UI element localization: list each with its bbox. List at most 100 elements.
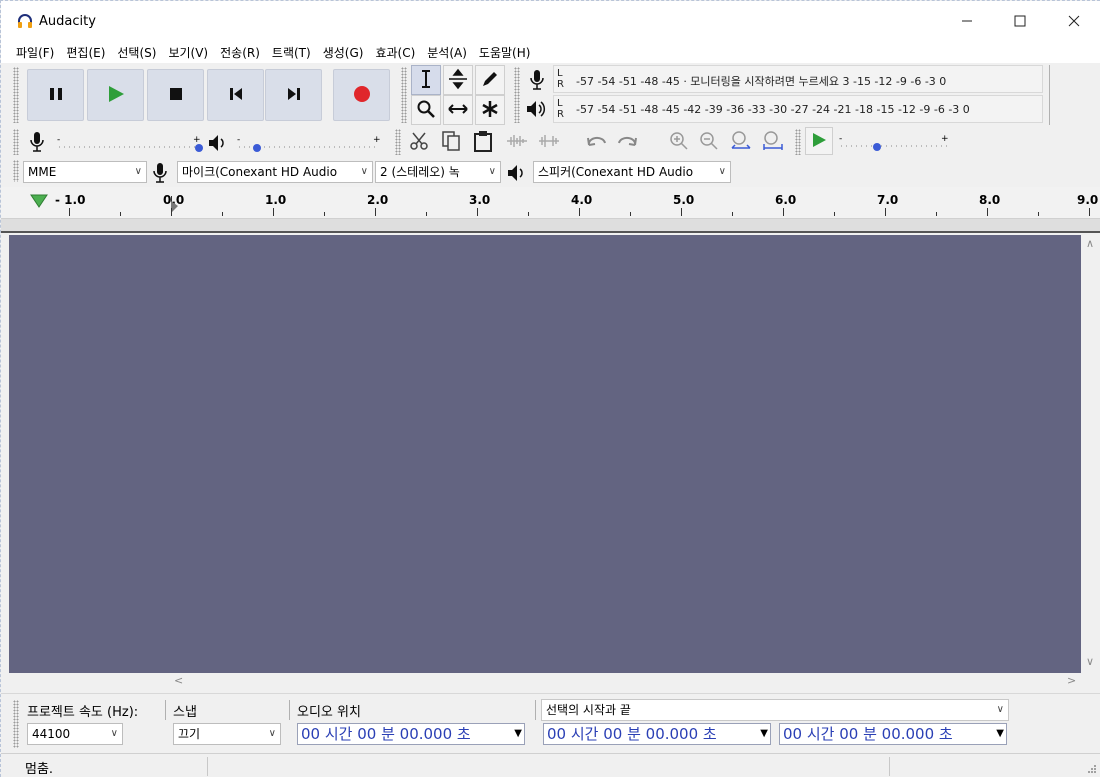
meter-toolbar-grip[interactable] [514, 67, 520, 123]
menu-generate[interactable]: 생성(G) [318, 44, 369, 61]
selection-start-time[interactable]: 00 시간 00 분 00.000 초 ▼ [543, 723, 771, 745]
scroll-right-icon[interactable]: > [1067, 674, 1076, 687]
playback-speed-slider[interactable]: - + [839, 133, 951, 153]
audio-host-select[interactable]: MME ∨ [23, 161, 147, 183]
snap-value: 끄기 [178, 727, 201, 741]
playback-volume-slider[interactable]: - + [237, 135, 383, 153]
timeline-ruler[interactable]: - 1.0 0.0 1.0 2.0 3.0 4.0 5.0 6.0 7.0 8.… [1, 187, 1100, 219]
cut-icon[interactable] [405, 127, 433, 155]
transport-toolbar-grip[interactable] [13, 67, 19, 123]
undo-icon[interactable] [583, 127, 611, 155]
output-device-speaker-icon [506, 163, 528, 186]
recording-channels-select[interactable]: 2 (스테레오) 녹 ∨ [375, 161, 501, 183]
ruler-tick-mark [834, 212, 835, 216]
minimize-button[interactable] [944, 1, 990, 41]
redo-icon[interactable] [613, 127, 641, 155]
horizontal-scrollbar[interactable]: < > [9, 673, 1081, 691]
trim-audio-icon[interactable] [503, 127, 531, 155]
menu-view[interactable]: 보기(V) [163, 44, 213, 61]
ruler-tick-label: 1.0 [265, 193, 287, 207]
record-meter[interactable]: LR -57 -54 -51 -48 -45 · 모니터링을 시작하려면 누르세… [553, 65, 1043, 93]
speaker-icon[interactable] [525, 99, 547, 122]
snap-select[interactable]: 끄기 ∨ [173, 723, 281, 745]
fit-selection-icon[interactable] [727, 127, 755, 155]
play-at-speed-button[interactable] [805, 127, 833, 155]
chevron-down-icon: ∨ [488, 166, 496, 177]
input-device-select[interactable]: 마이크(Conexant HD Audio ∨ [177, 161, 373, 183]
ruler-tick-mark [783, 208, 784, 216]
microphone-icon[interactable] [529, 69, 545, 94]
fit-project-icon[interactable] [759, 127, 787, 155]
scroll-left-icon[interactable]: < [174, 674, 183, 687]
recording-channels-value: 2 (스테레오) 녹 [380, 165, 460, 179]
stop-button[interactable] [147, 69, 204, 121]
chevron-down-icon: ∨ [268, 728, 276, 739]
status-divider [207, 757, 208, 776]
play-at-speed-toolbar-grip[interactable] [795, 129, 801, 155]
vertical-scrollbar[interactable]: ∧ ∨ [1081, 235, 1100, 673]
track-panel[interactable] [9, 235, 1081, 673]
record-volume-slider[interactable]: - + [57, 135, 203, 153]
format-dropdown-icon[interactable]: ▼ [996, 724, 1004, 744]
skip-to-end-button[interactable] [265, 69, 322, 121]
silence-audio-icon[interactable] [535, 127, 563, 155]
menu-tracks[interactable]: 트랙(T) [267, 44, 316, 61]
snap-label: 스냅 [173, 705, 197, 720]
multi-tool[interactable] [475, 95, 505, 125]
zoom-in-icon[interactable] [665, 127, 693, 155]
format-dropdown-icon[interactable]: ▼ [760, 724, 768, 744]
project-rate-select[interactable]: 44100 ∨ [27, 723, 123, 745]
zoom-tool[interactable] [411, 95, 441, 125]
scroll-down-icon[interactable]: ∨ [1086, 655, 1094, 668]
ruler-tick-mark [681, 208, 682, 216]
pause-button[interactable] [27, 69, 84, 121]
selection-toolbar-grip[interactable] [13, 700, 19, 748]
chevron-down-icon: ∨ [134, 166, 142, 177]
output-device-select[interactable]: 스피커(Conexant HD Audio ∨ [533, 161, 731, 183]
menu-effect[interactable]: 효과(C) [370, 44, 420, 61]
svg-text:+: + [373, 135, 381, 145]
paste-icon[interactable] [469, 127, 497, 155]
playback-volume-speaker-icon [207, 133, 229, 156]
double-arrow-icon [447, 102, 469, 119]
status-divider [889, 757, 890, 776]
device-toolbar-grip[interactable] [13, 160, 19, 182]
ruler-tick-label: 2.0 [367, 193, 389, 207]
chevron-down-icon: ∨ [110, 728, 118, 739]
record-button[interactable] [333, 69, 390, 121]
menu-help[interactable]: 도움말(H) [474, 44, 536, 61]
close-button[interactable] [1051, 1, 1097, 41]
menu-file[interactable]: 파일(F) [11, 44, 59, 61]
selection-mode-select[interactable]: 선택의 시작과 끝 ∨ [541, 699, 1009, 721]
menu-select[interactable]: 선택(S) [112, 44, 161, 61]
tools-toolbar-grip[interactable] [401, 67, 407, 123]
maximize-button[interactable] [997, 1, 1043, 41]
input-device-value: 마이크(Conexant HD Audio [182, 165, 338, 179]
timeline-play-head-triangle-icon[interactable] [29, 193, 49, 212]
copy-icon[interactable] [437, 127, 465, 155]
edit-toolbar-grip[interactable] [395, 129, 401, 155]
menu-edit[interactable]: 편집(E) [61, 44, 110, 61]
envelope-tool[interactable] [443, 65, 473, 95]
format-dropdown-icon[interactable]: ▼ [514, 724, 522, 744]
play-button[interactable] [87, 69, 144, 121]
menu-transport[interactable]: 전송(R) [215, 44, 265, 61]
time-shift-tool[interactable] [443, 95, 473, 125]
menu-analyze[interactable]: 분석(A) [422, 44, 472, 61]
selection-end-time[interactable]: 00 시간 00 분 00.000 초 ▼ [779, 723, 1007, 745]
pause-icon [48, 86, 64, 105]
zoom-out-icon[interactable] [695, 127, 723, 155]
draw-tool[interactable] [475, 65, 505, 95]
ruler-tick-mark [120, 212, 121, 216]
playback-meter[interactable]: LR -57 -54 -51 -48 -45 -42 -39 -36 -33 -… [553, 95, 1043, 123]
resize-grip-icon[interactable] [1085, 762, 1097, 777]
input-device-mic-icon [152, 162, 168, 187]
skip-to-start-button[interactable] [207, 69, 264, 121]
audio-position-time[interactable]: 00 시간 00 분 00.000 초 ▼ [297, 723, 525, 745]
ruler-tick-mark [375, 208, 376, 216]
ruler-tick-mark [732, 212, 733, 216]
envelope-icon [447, 68, 469, 93]
mixer-toolbar-grip[interactable] [13, 129, 19, 155]
scroll-up-icon[interactable]: ∧ [1086, 237, 1094, 250]
selection-tool[interactable] [411, 65, 441, 95]
